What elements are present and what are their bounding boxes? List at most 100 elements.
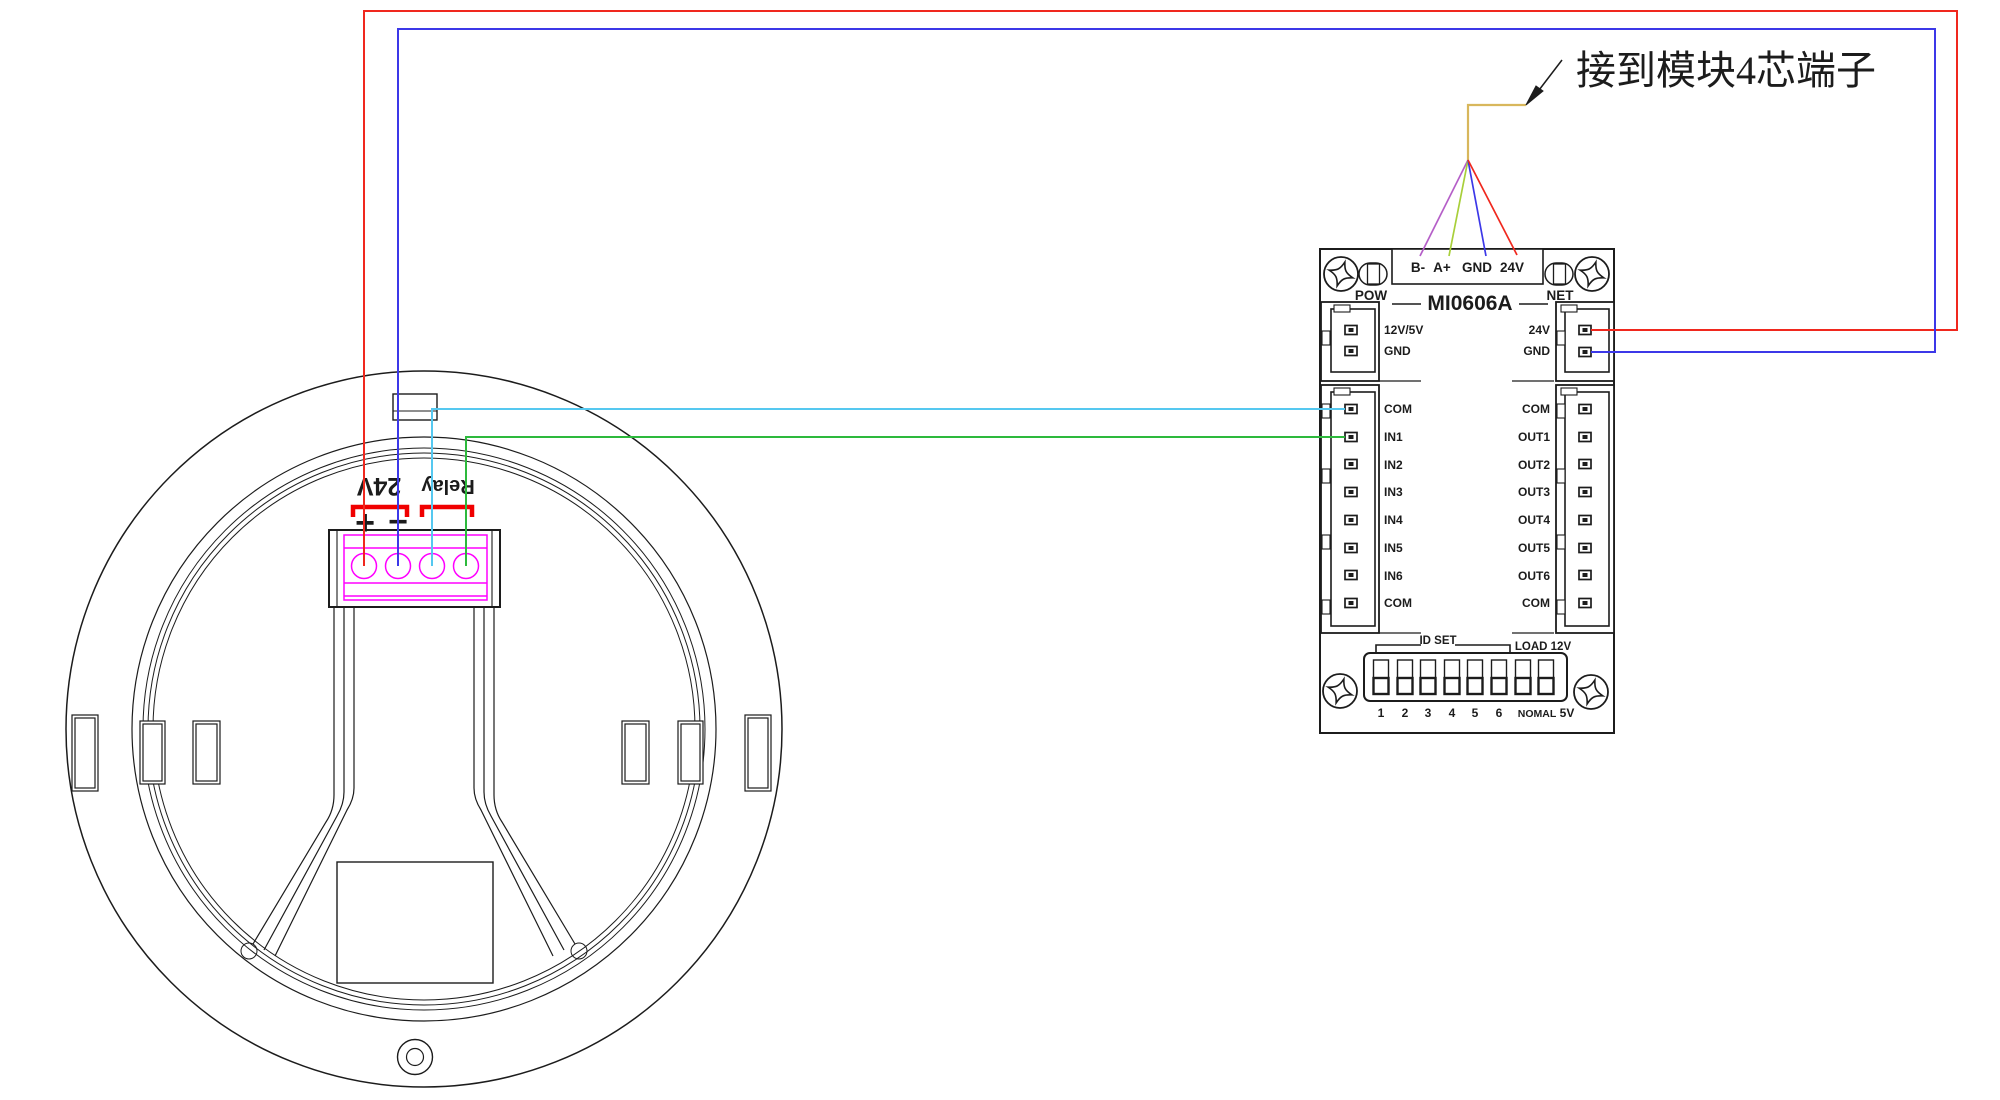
io-module: B- A+ GND 24V POW NET MI0606A 12V/5V GND [1320, 249, 1614, 733]
wire-24v-red [364, 11, 1957, 566]
dip-label-4: 4 [1449, 706, 1456, 720]
pin-in2[interactable] [1345, 460, 1357, 469]
fan-wire-a+ [1449, 160, 1468, 256]
label-gnd-left: GND [1384, 344, 1411, 358]
fan-wire-gnd [1468, 160, 1486, 256]
top-pin-gnd: GND [1462, 260, 1492, 275]
pin-in5[interactable] [1345, 544, 1357, 553]
label-com-right-bottom: COM [1522, 596, 1550, 610]
label-24v: 24V [1529, 323, 1550, 337]
pin-com-right-bottom[interactable] [1579, 599, 1591, 608]
wire-gnd-blue [398, 29, 1935, 566]
pin-12v5v[interactable] [1345, 326, 1357, 335]
fan-wire-b- [1420, 160, 1468, 256]
dip-switch-5[interactable] [1468, 660, 1483, 694]
pin-out3[interactable] [1579, 488, 1591, 497]
pin-com-right-top[interactable] [1579, 405, 1591, 414]
power-connector-right [1556, 302, 1614, 381]
pow-indicator [1359, 263, 1387, 285]
pin-out6[interactable] [1579, 571, 1591, 580]
pin-com-left-top[interactable] [1345, 405, 1357, 414]
cable-entry-tab [393, 394, 437, 420]
dip-switch-nomal[interactable] [1516, 660, 1531, 694]
io-connector-left [1321, 385, 1379, 633]
label-com-right-top: COM [1522, 402, 1550, 416]
callout-arrowhead [1526, 86, 1543, 105]
wiring-diagram-page: 24V Relay + − B- A+ GND 24V POW NET MI06… [0, 0, 2000, 1100]
label-out5: OUT5 [1518, 541, 1550, 555]
top-pin-b-: B- [1411, 260, 1425, 275]
id-set-label: ID SET [1419, 635, 1456, 647]
label-out1: OUT1 [1518, 430, 1550, 444]
top-pin-24v: 24V [1500, 260, 1524, 275]
pin-out4[interactable] [1579, 516, 1591, 525]
callout-text: 接到模块4芯端子 [1576, 48, 1876, 93]
dip-switch-2[interactable] [1398, 660, 1413, 694]
detector-base: 24V Relay + − [66, 371, 782, 1087]
label-in5: IN5 [1384, 541, 1403, 555]
screw-top-left [1324, 257, 1358, 291]
load-12v-label: LOAD 12V [1515, 641, 1572, 653]
dip-label-6: 6 [1496, 706, 1503, 720]
screw-bottom-right [1574, 675, 1608, 709]
fan-wire-24v [1468, 160, 1517, 255]
module-title: MI0606A [1427, 292, 1512, 315]
pin-in1[interactable] [1345, 433, 1357, 442]
net-label: NET [1547, 288, 1575, 303]
base-center-box [337, 862, 493, 983]
pow-label: POW [1355, 288, 1388, 303]
label-out6: OUT6 [1518, 569, 1550, 583]
dip-switch-6[interactable] [1492, 660, 1507, 694]
pin-gnd-right[interactable] [1579, 348, 1591, 357]
pin-out2[interactable] [1579, 460, 1591, 469]
pin-in6[interactable] [1345, 571, 1357, 580]
bottom-screw-hole [398, 1040, 433, 1075]
label-out4: OUT4 [1518, 513, 1550, 527]
io-connector-right [1556, 385, 1614, 633]
dip-switch-4[interactable] [1445, 660, 1460, 694]
base-trunk [241, 607, 587, 959]
label-out2: OUT2 [1518, 458, 1550, 472]
dip-label-nomal: NOMAL [1518, 708, 1557, 720]
bracket-relay [422, 507, 472, 517]
dip-switch-3[interactable] [1421, 660, 1436, 694]
label-out3: OUT3 [1518, 485, 1550, 499]
wire-bus-yellow [1468, 105, 1526, 160]
dip-switch-1[interactable] [1374, 660, 1389, 694]
pin-out1[interactable] [1579, 433, 1591, 442]
screw-top-right [1575, 257, 1609, 291]
pin-com-left-bottom[interactable] [1345, 599, 1357, 608]
leg-foot-left [241, 943, 257, 959]
pin-in4[interactable] [1345, 516, 1357, 525]
wire-com-cyan [432, 409, 1345, 566]
mounting-slots [72, 715, 771, 791]
label-com-left-top: COM [1384, 402, 1412, 416]
label-in2: IN2 [1384, 458, 1403, 472]
dip-switch-5v[interactable] [1539, 660, 1554, 694]
fan-out-wires [1420, 160, 1517, 256]
wiring-diagram: 24V Relay + − B- A+ GND 24V POW NET MI06… [0, 0, 2000, 1100]
label-com-left-bottom: COM [1384, 596, 1412, 610]
dip-label-1: 1 [1378, 706, 1385, 720]
power-connector-left [1321, 302, 1379, 381]
dip-label-2: 2 [1402, 706, 1409, 720]
pin-in3[interactable] [1345, 488, 1357, 497]
pin-24v[interactable] [1579, 326, 1591, 335]
callout: 接到模块4芯端子 [1526, 48, 1876, 105]
net-indicator [1545, 263, 1573, 285]
label-in3: IN3 [1384, 485, 1403, 499]
wire-in1-green [466, 437, 1345, 566]
label-in6: IN6 [1384, 569, 1403, 583]
dip-label-5v: 5V [1560, 706, 1575, 720]
top-pin-a+: A+ [1433, 260, 1451, 275]
pin-out5[interactable] [1579, 544, 1591, 553]
label-in1: IN1 [1384, 430, 1403, 444]
pin-gnd-left[interactable] [1345, 347, 1357, 356]
label-12v5v: 12V/5V [1384, 323, 1423, 337]
label-gnd-right: GND [1523, 344, 1550, 358]
screw-bottom-left [1323, 674, 1357, 708]
dip-label-3: 3 [1425, 706, 1432, 720]
wires [364, 11, 1957, 566]
label-in4: IN4 [1384, 513, 1403, 527]
dip-label-5: 5 [1472, 706, 1479, 720]
